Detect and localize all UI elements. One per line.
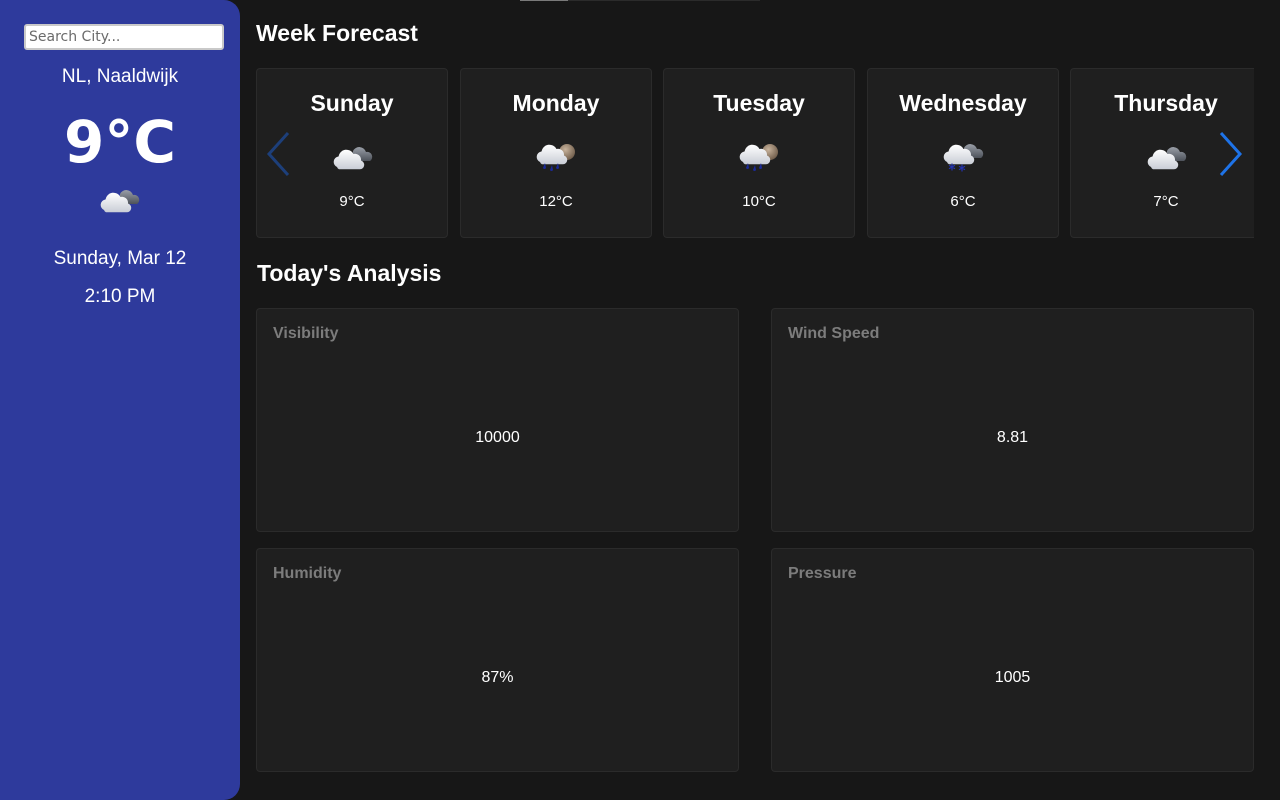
top-scrollbar[interactable] <box>520 0 760 1</box>
day-temperature: 7°C <box>1153 193 1179 210</box>
pressure-card: Pressure 1005 <box>771 548 1254 772</box>
day-name: Sunday <box>310 90 394 116</box>
chevron-right-icon <box>1219 131 1243 177</box>
current-date: Sunday, Mar 12 <box>53 248 187 269</box>
week-forecast-carousel: Sunday 9°C Monday 12°C Tuesday 10°C Wedn… <box>256 68 1254 240</box>
day-name: Tuesday <box>713 90 805 116</box>
week-forecast-title: Week Forecast <box>256 20 418 46</box>
metric-value: 8.81 <box>996 429 1029 446</box>
metric-value: 87% <box>481 669 514 686</box>
day-card[interactable]: Wednesday 6°C <box>867 68 1059 238</box>
day-name: Thursday <box>1114 90 1218 116</box>
metric-label: Wind Speed <box>788 325 880 342</box>
day-card[interactable]: Tuesday 10°C <box>663 68 855 238</box>
metric-value: 1005 <box>994 669 1031 686</box>
carousel-prev-button[interactable] <box>264 130 294 178</box>
day-card[interactable]: Monday 12°C <box>460 68 652 238</box>
day-temperature: 9°C <box>339 193 365 210</box>
rain-icon <box>535 141 579 173</box>
cloudy-icon <box>1145 143 1189 171</box>
humidity-card: Humidity 87% <box>256 548 739 772</box>
rain-icon <box>738 141 782 173</box>
current-temperature: 9°C <box>64 108 176 176</box>
current-time: 2:10 PM <box>84 286 156 307</box>
todays-analysis-title: Today's Analysis <box>257 260 442 286</box>
day-temperature: 6°C <box>950 193 976 210</box>
metric-value: 10000 <box>475 429 520 446</box>
day-name: Monday <box>512 90 600 116</box>
metric-label: Humidity <box>273 565 342 582</box>
metric-label: Pressure <box>788 565 857 582</box>
search-city-input[interactable] <box>24 24 224 50</box>
day-temperature: 12°C <box>539 193 573 210</box>
visibility-card: Visibility 10000 <box>256 308 739 532</box>
snow-icon <box>942 141 986 173</box>
cloudy-icon <box>331 143 375 171</box>
sidebar: NL, Naaldwijk 9°C Sunday, Mar 12 2:10 PM <box>0 0 240 800</box>
day-temperature: 10°C <box>742 193 776 210</box>
wind-speed-card: Wind Speed 8.81 <box>771 308 1254 532</box>
current-location: NL, Naaldwijk <box>61 66 179 87</box>
metric-label: Visibility <box>273 325 339 342</box>
chevron-left-icon <box>266 131 290 177</box>
day-name: Wednesday <box>899 90 1027 116</box>
carousel-next-button[interactable] <box>1216 130 1246 178</box>
cloudy-icon <box>98 186 142 214</box>
